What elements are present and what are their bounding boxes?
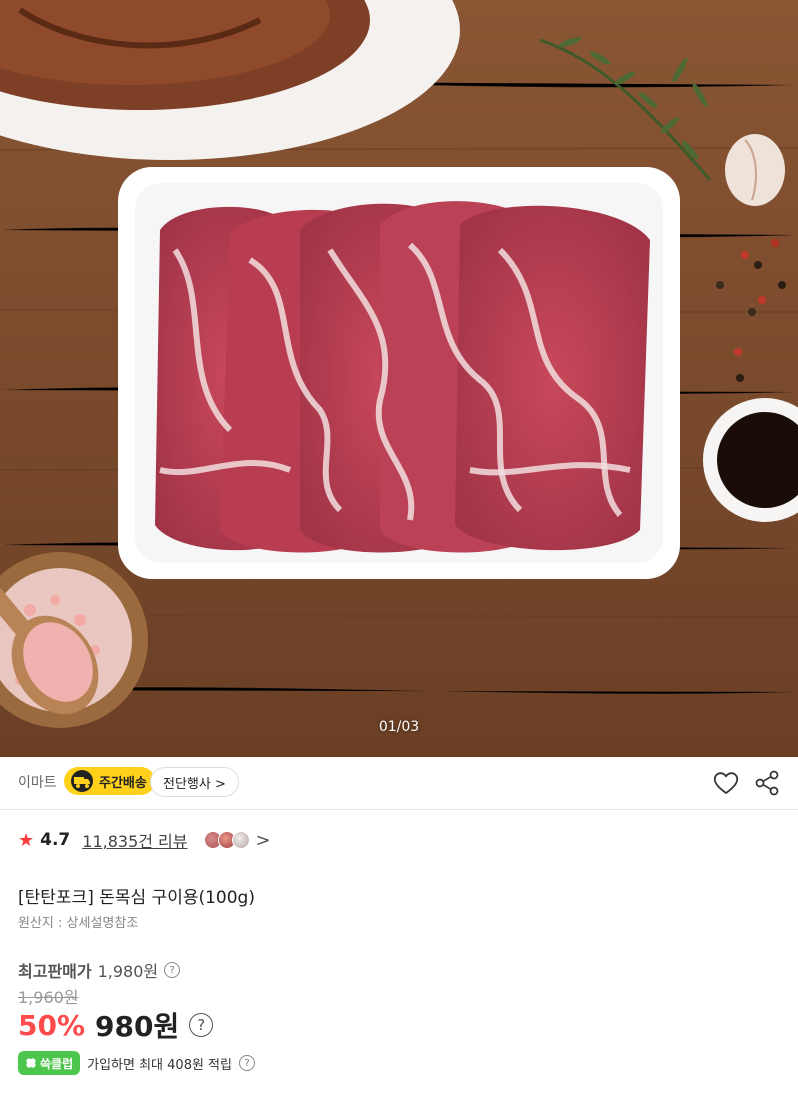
sale-price: 980원 [95,1010,180,1043]
sale-price-row: 50% 980원 ? [18,1005,214,1045]
rating-row[interactable]: ★ 4.7 11,835건 리뷰 > [18,826,271,854]
club-badge[interactable]: 쓱클럽 [18,1051,81,1075]
help-icon[interactable]: ? [189,1013,214,1037]
club-benefit-row: 쓱클럽 가입하면 최대 408원 적립 ? [18,1051,255,1075]
chevron-right-icon[interactable]: > [256,830,271,851]
help-icon[interactable]: ? [238,1055,255,1071]
review-thumbnails[interactable] [203,831,250,849]
gallery-counter: 01/03 [378,719,420,735]
top-price-value: 1,980원 [97,962,159,981]
club-benefit-text: 가입하면 최대 408원 적립 [87,1057,232,1073]
shipping-badge-label: 주간배송 [99,775,147,791]
clover-icon [26,1058,36,1068]
help-icon[interactable]: ? [164,962,181,978]
review-count-link[interactable]: 11,835건 리뷰 [82,828,187,852]
seller-bar: 이마트 주간배송 전단행사 > [0,757,798,810]
club-badge-label: 쓱클럽 [40,1056,74,1071]
shipping-badge: 주간배송 [64,767,155,795]
top-price-label: 최고판매가 [18,962,92,981]
product-image-gallery[interactable]: 01/03 [0,0,798,757]
product-photo [0,0,798,757]
brand-name[interactable]: 이마트 [18,772,57,792]
truck-icon [68,769,96,793]
event-button[interactable]: 전단행사 > [150,767,239,797]
review-thumbnail [231,831,250,849]
star-icon: ★ [18,829,35,851]
rating-score: 4.7 [40,830,71,850]
heart-icon[interactable] [712,769,740,797]
share-icon[interactable] [754,769,780,797]
event-label: 전단행사 > [163,776,226,792]
product-origin: 원산지 : 상세설명참조 [18,916,139,931]
discount-rate: 50% [18,1008,86,1042]
top-price-row: 최고판매가 1,980원 ? [18,958,181,982]
product-title: [탄탄포크] 돈목심 구이용(100g) [18,888,255,908]
